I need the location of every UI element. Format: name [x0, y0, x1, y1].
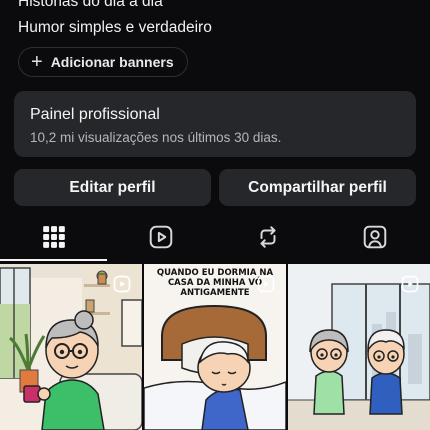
repost-icon	[260, 226, 275, 248]
reel-indicator-icon	[257, 275, 275, 293]
tab-posts-grid[interactable]	[0, 214, 107, 260]
tab-reels[interactable]	[107, 214, 214, 260]
profile-screen: Histórias do dia a dia Humor simples e v…	[0, 0, 430, 430]
share-profile-button[interactable]: Compartilhar perfil	[219, 169, 416, 206]
bio-line-2: Humor simples e verdadeiro	[18, 19, 212, 36]
panel-title: Painel profissional	[30, 106, 160, 123]
post-thumbnail-couple[interactable]	[288, 264, 430, 430]
bio-line-1: Histórias do dia a dia	[18, 0, 163, 10]
profile-tabs	[0, 214, 430, 262]
add-banners-label: Adicionar banners	[50, 54, 174, 70]
post-thumbnail-grandma[interactable]	[0, 264, 142, 430]
tab-tagged[interactable]	[321, 214, 428, 260]
reels-icon	[149, 225, 172, 249]
post-thumbnail-sleeping[interactable]: QUANDO EU DORMIA NA CASA DA MINHA VÓ ANT…	[144, 264, 286, 430]
tab-reposts[interactable]	[214, 214, 321, 260]
plus-icon: +	[31, 51, 43, 73]
add-banners-button[interactable]: + Adicionar banners	[18, 47, 188, 77]
edit-profile-button[interactable]: Editar perfil	[14, 169, 211, 206]
posts-grid: QUANDO EU DORMIA NA CASA DA MINHA VÓ ANT…	[0, 264, 430, 430]
grid-icon	[42, 226, 65, 248]
reel-indicator-icon	[113, 275, 131, 293]
professional-dashboard-card[interactable]: Painel profissional 10,2 mi visualizaçõe…	[14, 91, 416, 157]
tagged-icon	[363, 225, 386, 249]
reel-indicator-icon	[401, 275, 419, 293]
panel-subtitle: 10,2 mi visualizações nos últimos 30 dia…	[30, 130, 282, 145]
active-tab-indicator	[0, 259, 107, 261]
